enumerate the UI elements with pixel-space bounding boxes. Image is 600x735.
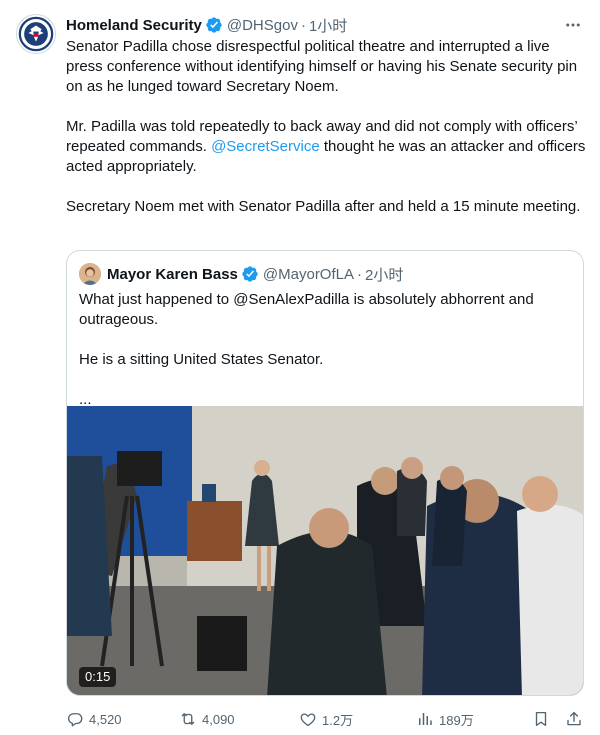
tweet[interactable]: Homeland Security @DHSgov · 1小时 Senator … — [0, 0, 600, 735]
tweet-paragraph-2: Mr. Padilla was told repeatedly to back … — [66, 117, 586, 177]
views-button[interactable]: 189万 — [416, 708, 474, 730]
quoted-paragraph-1: What just happened to @SenAlexPadilla is… — [79, 291, 534, 328]
quoted-tweet-timestamp[interactable]: 2小时 — [365, 264, 403, 285]
video-thumbnail — [67, 406, 583, 695]
dhs-seal-icon[interactable] — [16, 14, 56, 54]
tweet-paragraph-3: Secretary Noem met with Senator Padilla … — [66, 198, 581, 215]
separator-dot: · — [357, 265, 362, 283]
quoted-paragraph-2: He is a sitting United States Senator. — [79, 351, 324, 368]
tweet-text: Senator Padilla chose disrespectful poli… — [66, 37, 586, 217]
tweet-paragraph-1: Senator Padilla chose disrespectful poli… — [66, 38, 578, 95]
views-icon — [419, 713, 432, 725]
author-handle[interactable]: @DHSgov — [227, 17, 298, 34]
video-duration: 0:15 — [79, 667, 117, 687]
share-button[interactable] — [565, 708, 583, 730]
quoted-tweet-header: Mayor Karen Bass @MayorOfLA · 2小时 — [107, 263, 403, 285]
share-icon — [567, 711, 581, 726]
verified-badge-icon[interactable] — [241, 265, 259, 283]
reply-count: 4,520 — [89, 711, 122, 727]
like-button[interactable]: 1.2万 — [299, 708, 353, 730]
quoted-author-name[interactable]: Mayor Karen Bass — [107, 266, 238, 283]
bookmark-icon — [535, 711, 547, 727]
mention-secret-service[interactable]: @SecretService — [211, 138, 320, 155]
author-name[interactable]: Homeland Security — [66, 17, 202, 34]
more-options-icon[interactable] — [562, 14, 584, 36]
reply-button[interactable]: 4,520 — [66, 708, 122, 730]
reply-icon — [67, 713, 83, 727]
video-player[interactable]: 0:15 — [67, 406, 583, 695]
views-count: 189万 — [439, 712, 474, 728]
action-bar: 4,520 4,090 1.2万 189万 — [66, 708, 584, 730]
tweet-header: Homeland Security @DHSgov · 1小时 — [66, 14, 347, 36]
separator-dot: · — [300, 16, 306, 34]
bookmark-button[interactable] — [532, 708, 550, 730]
quoted-author-handle[interactable]: @MayorOfLA — [263, 266, 354, 283]
retweet-count: 4,090 — [202, 711, 235, 727]
quoted-author-avatar[interactable] — [79, 263, 101, 285]
like-icon — [300, 713, 316, 727]
retweet-icon — [181, 713, 195, 725]
tweet-timestamp[interactable]: 1小时 — [309, 15, 347, 36]
quoted-tweet-text: What just happened to @SenAlexPadilla is… — [79, 290, 573, 410]
retweet-button[interactable]: 4,090 — [179, 708, 235, 730]
verified-badge-icon[interactable] — [205, 16, 223, 34]
quoted-tweet[interactable]: Mayor Karen Bass @MayorOfLA · 2小时 What j… — [66, 250, 584, 696]
like-count: 1.2万 — [322, 712, 354, 728]
